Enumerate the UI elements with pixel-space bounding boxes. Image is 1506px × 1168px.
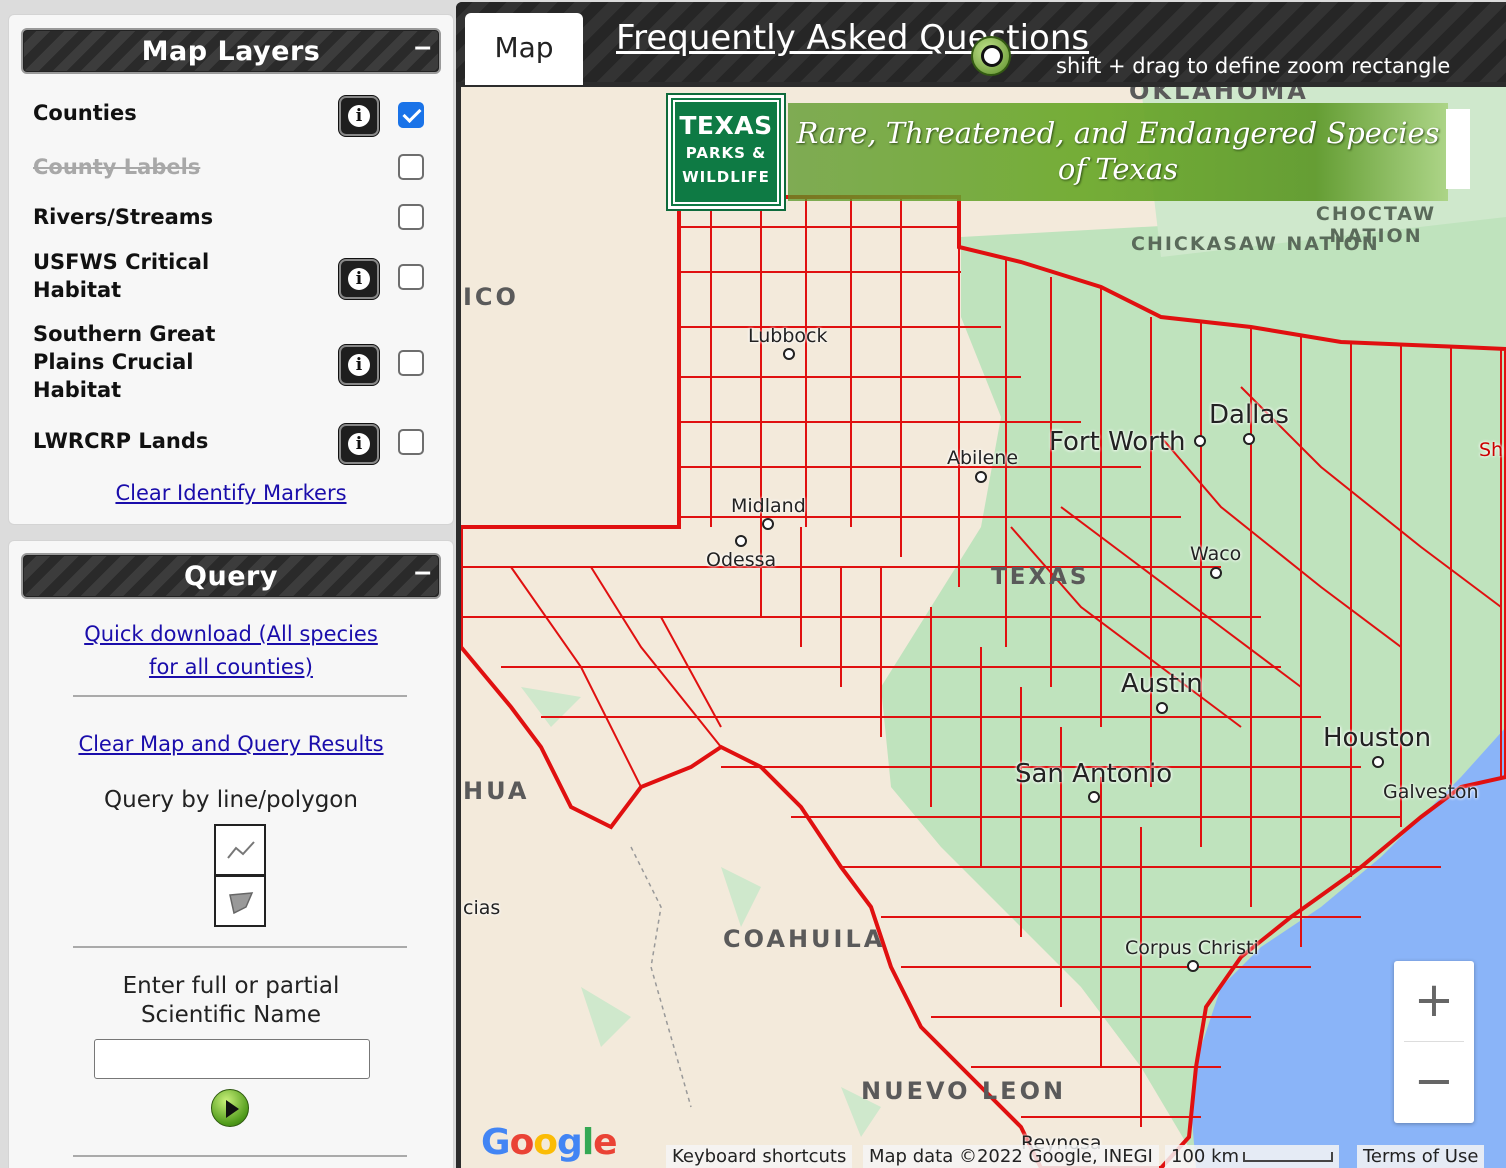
map-label-city: Galveston [1383,781,1479,803]
zoom-in-button[interactable]: + [1394,961,1474,1041]
sci-name-label: Enter full or partial Scientific Name [122,973,340,1028]
search-go-button[interactable] [211,1089,249,1127]
map-label-city: Dallas [1209,400,1289,430]
map-layers-title: Map Layers [141,35,321,67]
scientific-name-input[interactable] [94,1039,370,1079]
info-icon[interactable]: i [339,96,379,136]
map-label-city: Odessa [706,549,777,571]
layer-row-lwrcrp: LWRCRP Lands i [33,424,433,464]
tpwd-banner: TEXAS PARKS & WILDLIFE Rare, Threatened,… [666,93,1449,211]
layer-row-rivers: Rivers/Streams [33,203,433,231]
info-icon[interactable]: i [339,259,379,299]
usfws-checkbox[interactable] [398,264,424,290]
layer-row-usfws: USFWS Critical Habitat i [33,248,433,304]
map-label-region: TEXAS [991,564,1090,590]
keyboard-shortcuts-link[interactable]: Keyboard shortcuts [666,1145,853,1168]
map-layers-panel: Map Layers – Counties i County Labels Ri… [8,14,454,525]
rivers-checkbox[interactable] [398,204,424,230]
collapse-icon[interactable]: – [414,32,431,62]
city-marker [1194,435,1206,447]
map-label-city: Austin [1121,669,1203,699]
divider [73,1155,407,1157]
divider [73,946,407,948]
map-data-attribution: Map data ©2022 Google, INEGI [863,1145,1159,1168]
map-label-city: Corpus Christi [1125,937,1259,959]
terms-of-use-link[interactable]: Terms of Use [1357,1145,1485,1168]
polygon-tool-icon [229,892,254,915]
city-marker [1156,702,1168,714]
tab-faq[interactable]: Frequently Asked Questions [616,18,1089,58]
quick-download-link[interactable]: Quick download (All species [84,622,378,646]
city-marker [1372,756,1384,768]
map-label-region: ICO [463,283,519,311]
map-label-city: Abilene [947,447,1019,469]
map-label-city: Midland [731,495,806,517]
zoom-out-button[interactable]: − [1394,1042,1474,1122]
map-frame: Map Frequently Asked Questions shift + d… [456,2,1506,1168]
zoom-control: + − [1394,961,1474,1123]
map-label-region: COAHUILA [723,925,886,953]
info-icon[interactable]: i [339,424,379,464]
map-label-city: Waco [1190,543,1242,565]
map-tabbar: Map Frequently Asked Questions shift + d… [456,2,1506,85]
polyline-tool-button[interactable] [214,824,266,876]
info-icon[interactable]: i [339,345,379,385]
map-type-control[interactable] [1446,109,1470,189]
query-header[interactable]: Query – [21,553,441,599]
city-marker [1088,791,1100,803]
layer-label: Southern Great Plains Crucial Habitat [33,322,216,402]
layer-label: County Labels [33,155,201,179]
map-label-city: San Antonio [1015,759,1173,789]
polygon-tool-button[interactable] [214,875,266,927]
google-logo[interactable]: Google [481,1122,618,1163]
map-label-city: Houston [1323,723,1432,753]
map-layers-header[interactable]: Map Layers – [21,28,441,74]
clear-identify-markers-link[interactable]: Clear Identify Markers [115,481,346,505]
city-marker [1210,567,1222,579]
counties-checkbox[interactable] [398,102,424,128]
county-labels-checkbox[interactable] [398,154,424,180]
city-marker [975,471,987,483]
query-panel: Query – Quick download (All species for … [8,540,454,1168]
query-title: Query [184,560,278,592]
tab-map[interactable]: Map [465,13,583,85]
zoom-rectangle-icon [971,36,1011,76]
layer-label: Rivers/Streams [33,205,214,229]
collapse-icon[interactable]: – [414,557,431,587]
quick-download-link[interactable]: for all counties) [149,655,313,679]
zoom-hint-text: shift + drag to define zoom rectangle [1056,54,1451,78]
map-label-nation: CHICKASAW NATION [1131,233,1380,255]
city-marker [1187,960,1199,972]
layer-row-county-labels: County Labels [33,153,433,181]
layer-label: USFWS Critical Habitat [33,250,210,302]
layer-row-sgp: Southern Great Plains Crucial Habitat i [33,320,433,404]
map-label-city: cias [463,897,501,919]
city-marker [783,348,795,360]
map-label-city: Lubbock [748,325,828,347]
city-marker [1243,433,1255,445]
scale-indicator[interactable]: 100 km [1165,1145,1340,1168]
tpwd-logo[interactable]: TEXAS PARKS & WILDLIFE [666,93,786,211]
map-label-region: NUEVO LEON [861,1077,1067,1105]
scale-bar [1243,1152,1334,1162]
lwrcrp-checkbox[interactable] [398,429,424,455]
map-label-region: HUA [463,777,530,805]
sgp-checkbox[interactable] [398,350,424,376]
query-by-label: Query by line/polygon [104,787,358,813]
banner-title: Rare, Threatened, and Endangered Species… [788,103,1448,201]
map-label-city: Sh [1479,439,1504,461]
city-marker [762,518,774,530]
divider [73,695,407,697]
map-canvas[interactable]: OKLAHOMA ICO HUA COAHUILA NUEVO LEON TEX… [461,87,1506,1168]
map-label-city: Fort Worth [1049,427,1186,457]
layer-row-counties: Counties i [33,96,433,136]
clear-map-link[interactable]: Clear Map and Query Results [78,732,383,756]
city-marker [735,535,747,547]
polyline-tool-icon [227,841,255,859]
